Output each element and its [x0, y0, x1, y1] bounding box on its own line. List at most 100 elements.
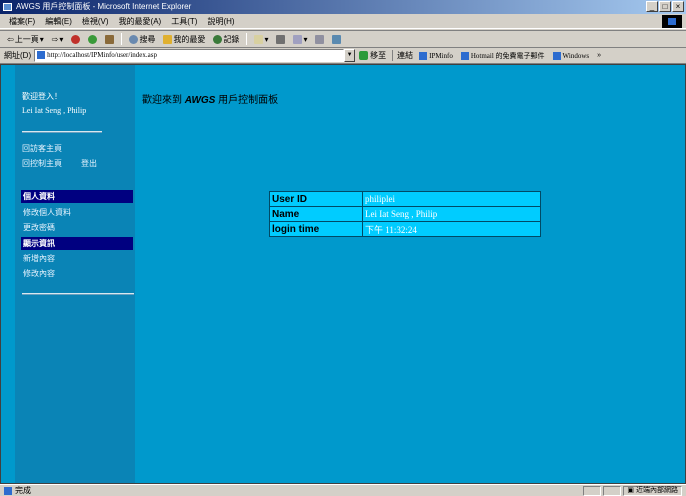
- page-icon: [37, 51, 46, 59]
- mail-button[interactable]: ▾: [251, 34, 271, 44]
- favorites-icon: [163, 34, 173, 44]
- favorites-label: 我的最愛: [173, 34, 206, 44]
- toolbar-separator: [121, 33, 123, 45]
- user-id-label: User ID: [269, 191, 363, 207]
- greeting: 歡迎登入！: [22, 92, 62, 101]
- back-button[interactable]: ⇦ 上一頁 ▾: [4, 34, 47, 45]
- title-suffix: 用戶控制面板: [218, 95, 279, 106]
- divider: [22, 131, 102, 133]
- history-label: 記錄: [223, 34, 240, 44]
- close-button[interactable]: ×: [672, 1, 684, 12]
- menu-help[interactable]: 說明(H): [202, 16, 239, 27]
- sidebar: 歡迎登入！ Lei Iat Seng , Philip 回訪客主頁 回控制主頁 …: [15, 65, 135, 483]
- nav-edit-personal[interactable]: 修改個人資料: [23, 207, 71, 218]
- address-url: http://localhost/IPMinfo/user/index.asp: [47, 51, 157, 59]
- refresh-icon: [88, 34, 98, 44]
- edit-dropdown-icon: ▾: [303, 34, 308, 44]
- address-input[interactable]: http://localhost/IPMinfo/user/index.asp: [34, 49, 345, 62]
- intranet-icon: ▣: [627, 487, 635, 494]
- nav-add-content[interactable]: 新增內容: [23, 253, 55, 264]
- mail-icon: [254, 34, 264, 44]
- table-row: User ID philiplei: [269, 191, 541, 207]
- address-label: 網址(D): [4, 51, 32, 60]
- link-hotmail[interactable]: Hotmail 的免費電子郵件: [460, 51, 545, 61]
- link-control-home[interactable]: 回控制主頁: [22, 158, 62, 169]
- toolbar-separator: [246, 33, 248, 45]
- user-id-value: philiplei: [362, 191, 541, 207]
- discuss-button[interactable]: [312, 34, 327, 44]
- home-button[interactable]: [102, 34, 117, 44]
- messenger-icon: [332, 34, 342, 44]
- windows-logo-icon: [662, 15, 682, 28]
- status-text: 完成: [15, 486, 31, 495]
- history-button[interactable]: 記錄: [210, 34, 242, 45]
- search-icon: [129, 34, 139, 44]
- go-arrow-icon: [359, 51, 369, 60]
- link-guest-home[interactable]: 回訪客主頁: [22, 143, 62, 154]
- browser-window: AWGS 用戶控制面板 - Microsoft Internet Explore…: [0, 0, 686, 496]
- search-button[interactable]: 搜尋: [126, 34, 158, 45]
- status-cell: [603, 486, 622, 496]
- status-cells: ▣ 近端內部網路: [583, 486, 682, 496]
- history-icon: [213, 34, 223, 44]
- favorites-button[interactable]: 我的最愛: [160, 34, 208, 45]
- ie-page-icon: [552, 51, 561, 60]
- status-bar: 完成 ▣ 近端內部網路: [0, 484, 686, 496]
- menu-favorites[interactable]: 我的最愛(A): [114, 16, 167, 27]
- link-logout[interactable]: 登出: [81, 158, 97, 169]
- discuss-icon: [315, 34, 325, 44]
- address-bar: 網址(D) http://localhost/IPMinfo/user/inde…: [0, 47, 686, 64]
- nav-edit-content[interactable]: 修改內容: [23, 268, 55, 279]
- toolbar: ⇦ 上一頁 ▾ ⇨ ▾ 搜尋 我的最愛 記錄 ▾ ▾: [0, 30, 686, 47]
- edit-button[interactable]: ▾: [290, 34, 310, 44]
- back-label: 上一頁: [14, 34, 39, 44]
- menu-edit[interactable]: 編輯(E): [40, 16, 77, 27]
- table-row: login time 下午 11:32:24: [269, 221, 541, 237]
- divider: [22, 293, 134, 295]
- link-ipminfo[interactable]: IPMinfo: [419, 51, 453, 60]
- title-bar: AWGS 用戶控制面板 - Microsoft Internet Explore…: [0, 0, 686, 14]
- table-row: Name Lei Iat Seng , Philip: [269, 206, 541, 222]
- forward-arrow-icon: ⇨: [51, 34, 59, 44]
- edit-icon: [293, 34, 303, 44]
- messenger-button[interactable]: [329, 34, 344, 44]
- ie-page-icon: [419, 51, 428, 60]
- menu-tools[interactable]: 工具(T): [166, 16, 202, 27]
- back-arrow-icon: ⇦: [7, 34, 14, 44]
- maximize-button[interactable]: □: [659, 1, 671, 12]
- welcome-block: 歡迎登入！ Lei Iat Seng , Philip: [22, 90, 86, 118]
- menu-view[interactable]: 檢視(V): [77, 16, 114, 27]
- links-label: 連結: [392, 50, 413, 61]
- refresh-button[interactable]: [85, 34, 100, 44]
- name-label: Name: [269, 206, 363, 222]
- nav-change-password[interactable]: 更改密碼: [23, 222, 55, 233]
- links-more-chevron[interactable]: »: [597, 52, 601, 59]
- user-info-table: User ID philiplei Name Lei Iat Seng , Ph…: [269, 191, 541, 237]
- forward-button[interactable]: ⇨ ▾: [49, 35, 67, 44]
- minimize-button[interactable]: _: [646, 1, 658, 12]
- stop-button[interactable]: [68, 34, 83, 44]
- print-button[interactable]: [273, 34, 288, 44]
- title-brand: AWGS: [184, 95, 216, 106]
- login-time-label: login time: [269, 221, 363, 237]
- window-controls: _ □ ×: [646, 1, 684, 12]
- page-done-icon: [4, 486, 12, 495]
- title-prefix: 歡迎來到: [142, 95, 182, 106]
- home-icon: [105, 34, 115, 44]
- menu-bar: 檔案(F) 編輯(E) 檢視(V) 我的最愛(A) 工具(T) 說明(H): [0, 14, 686, 29]
- status-cell: [583, 486, 602, 496]
- go-button[interactable]: 移至: [359, 50, 386, 61]
- ie-page-icon: [460, 51, 469, 60]
- back-dropdown-icon: ▾: [39, 34, 44, 44]
- forward-dropdown-icon: ▾: [59, 34, 64, 44]
- ie-icon: [3, 3, 12, 11]
- link-windows[interactable]: Windows: [552, 51, 589, 60]
- page-content: 歡迎登入！ Lei Iat Seng , Philip 回訪客主頁 回控制主頁 …: [0, 64, 686, 484]
- section-personal: 個人資料: [21, 190, 133, 203]
- menu-file[interactable]: 檔案(F): [4, 16, 40, 27]
- address-dropdown-icon[interactable]: ▼: [344, 49, 356, 62]
- name-value: Lei Iat Seng , Philip: [362, 206, 541, 222]
- print-icon: [276, 34, 286, 44]
- section-display: 顯示資訊: [21, 237, 133, 250]
- zone-cell: ▣ 近端內部網路: [623, 486, 682, 496]
